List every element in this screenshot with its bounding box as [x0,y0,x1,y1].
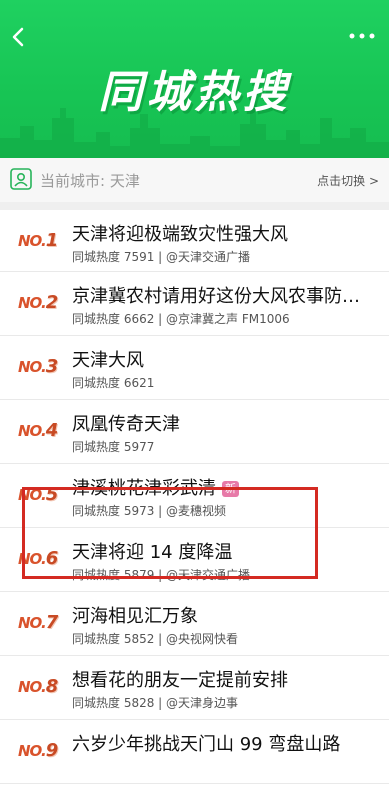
list-item[interactable]: NO.6 天津将迎 14 度降温 同城热度 5879 | @天津交通广播 [0,528,389,592]
rank-badge: NO.8 [18,676,66,700]
item-title[interactable]: 凤凰传奇天津 [72,410,372,436]
item-meta: 同城热度 6662 | @京津冀之声 FM1006 [72,312,290,326]
item-meta: 同城热度 5828 | @天津身边事 [72,696,239,710]
rank-badge: NO.5 [18,484,66,508]
switch-city-button[interactable]: 点击切换 > [317,172,379,189]
rank-number: 5 [45,484,58,505]
list-item[interactable]: NO.5 津溪桃花津彩武清新 同城热度 5973 | @麦穗视频 [0,464,389,528]
rank-number: 6 [45,548,58,569]
rank-number: 3 [45,356,58,377]
rank-prefix: NO. [18,678,47,696]
rank-badge: NO.6 [18,548,66,572]
rank-badge: NO.9 [18,740,66,764]
divider [0,202,389,210]
rank-badge: NO.4 [18,420,66,444]
item-title[interactable]: 六岁少年挑战天门山 99 弯盘山路 [72,730,372,756]
item-title[interactable]: 京津冀农村请用好这份大风农事防范... [72,282,372,308]
chevron-left-icon[interactable] [8,26,30,48]
rank-number: 9 [45,740,58,761]
item-title-text: 津溪桃花津彩武清 [72,478,216,499]
city-label-text: 当前城市: [40,172,106,190]
item-title[interactable]: 津溪桃花津彩武清新 [72,474,372,500]
rank-number: 1 [45,230,58,251]
item-meta: 同城热度 7591 | @天津交通广播 [72,250,251,264]
rank-prefix: NO. [18,486,47,504]
item-meta: 同城热度 5852 | @央视网快看 [72,632,239,646]
rank-badge: NO.3 [18,356,66,380]
hot-search-list: NO.1 天津将迎极端致灾性强大风 同城热度 7591 | @天津交通广播 NO… [0,210,389,784]
list-item[interactable]: NO.1 天津将迎极端致灾性强大风 同城热度 7591 | @天津交通广播 [0,210,389,272]
list-item[interactable]: NO.8 想看花的朋友一定提前安排 同城热度 5828 | @天津身边事 [0,656,389,720]
item-meta: 同城热度 6621 [72,376,155,390]
item-meta: 同城热度 5879 | @天津交通广播 [72,568,251,582]
rank-prefix: NO. [18,358,47,376]
rank-number: 8 [45,676,58,697]
rank-number: 2 [45,292,58,313]
current-city-label: 当前城市: 天津 [40,170,140,191]
location-pin-icon [10,168,32,190]
rank-number: 4 [45,420,58,441]
item-title[interactable]: 天津大风 [72,346,372,372]
rank-prefix: NO. [18,294,47,312]
city-name: 天津 [109,172,140,190]
new-badge: 新 [222,481,239,497]
item-title[interactable]: 想看花的朋友一定提前安排 [72,666,372,692]
rank-number: 7 [45,612,58,633]
rank-badge: NO.2 [18,292,66,316]
list-item[interactable]: NO.2 京津冀农村请用好这份大风农事防范... 同城热度 6662 | @京津… [0,272,389,336]
page-title: 同城热搜 [98,67,291,118]
rank-prefix: NO. [18,550,47,568]
rank-badge: NO.1 [18,230,66,254]
list-item[interactable]: NO.3 天津大风 同城热度 6621 [0,336,389,400]
rank-prefix: NO. [18,232,47,250]
item-title[interactable]: 河海相见汇万象 [72,602,372,628]
current-city-bar: 当前城市: 天津 点击切换 > [0,158,389,203]
more-dots-icon[interactable] [347,30,377,42]
item-meta: 同城热度 5977 [72,440,155,454]
list-item[interactable]: NO.9 六岁少年挑战天门山 99 弯盘山路 [0,720,389,784]
list-item[interactable]: NO.4 凤凰传奇天津 同城热度 5977 [0,400,389,464]
item-meta: 同城热度 5973 | @麦穗视频 [72,504,227,518]
rank-prefix: NO. [18,422,47,440]
header-banner: 同城热搜 [0,0,389,158]
rank-badge: NO.7 [18,612,66,636]
rank-prefix: NO. [18,742,47,760]
item-title[interactable]: 天津将迎 14 度降温 [72,538,372,564]
list-item[interactable]: NO.7 河海相见汇万象 同城热度 5852 | @央视网快看 [0,592,389,656]
rank-prefix: NO. [18,614,47,632]
item-title[interactable]: 天津将迎极端致灾性强大风 [72,220,372,246]
